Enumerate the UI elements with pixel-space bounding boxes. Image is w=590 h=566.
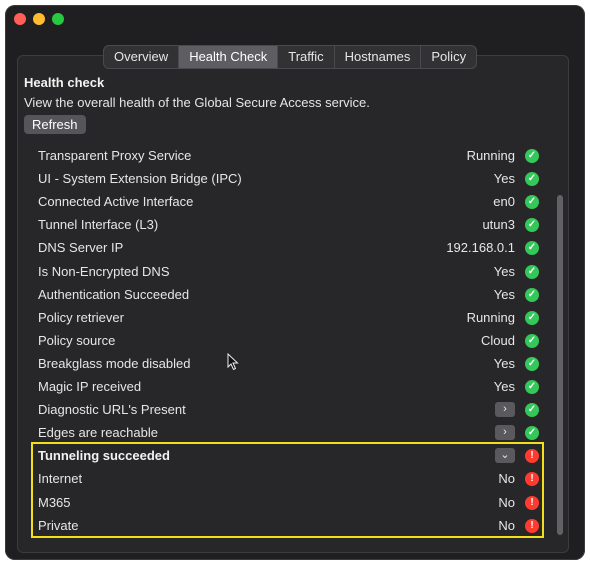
health-check-row: Policy source Cloud ✓ [29, 330, 539, 353]
row-value: Running [466, 309, 515, 325]
row-label: Transparent Proxy Service [38, 148, 192, 163]
health-check-row: Tunnel Interface (L3) utun3 ✓ [29, 214, 539, 237]
row-label: Is Non-Encrypted DNS [38, 263, 170, 279]
row-label: Authentication Succeeded [38, 286, 190, 302]
tab-health-check[interactable]: Health Check [179, 46, 279, 68]
section-description: View the overall health of the Global Se… [24, 95, 370, 110]
row-value: Cloud [481, 332, 515, 348]
close-window-button[interactable] [14, 13, 26, 25]
row-label: Breakglass mode disabled [38, 355, 191, 371]
section-title: Health check [24, 75, 105, 90]
row-label: DNS Server IP [38, 240, 124, 256]
row-value: Running [466, 148, 515, 163]
row-value: en0 [493, 194, 515, 210]
health-check-row: Breakglass mode disabled Yes ✓ [29, 353, 539, 376]
health-check-row: Authentication Succeeded Yes ✓ [29, 284, 539, 307]
zoom-window-button[interactable] [52, 13, 64, 25]
checkmark-circle-icon: ✓ [525, 218, 539, 233]
checkmark-circle-icon: ✓ [525, 426, 539, 441]
checkmark-circle-icon: ✓ [525, 195, 539, 210]
checkmark-circle-icon: ✓ [525, 403, 539, 418]
row-label: Magic IP received [38, 379, 142, 394]
row-label: Policy source [38, 332, 116, 348]
checkmark-circle-icon: ✓ [525, 356, 539, 371]
row-label: Edges are reachable [38, 425, 158, 441]
checkmark-circle-icon: ✓ [525, 310, 539, 325]
checkmark-circle-icon: ✓ [525, 149, 539, 163]
row-value: Yes [493, 379, 515, 394]
row-value: Yes [493, 286, 515, 302]
row-value: Yes [493, 355, 515, 371]
health-check-row[interactable]: Diagnostic URL's Present › ✓ [29, 399, 539, 422]
row-label: UI - System Extension Bridge (IPC) [38, 171, 242, 187]
health-check-row: Magic IP received Yes ✓ [29, 376, 539, 399]
row-label: Connected Active Interface [38, 194, 194, 210]
checkmark-circle-icon: ✓ [525, 241, 539, 256]
health-check-row: UI - System Extension Bridge (IPC) Yes ✓ [29, 168, 539, 191]
tab-overview[interactable]: Overview [104, 46, 180, 68]
health-check-row: Policy retriever Running ✓ [29, 307, 539, 330]
chevron-right-icon[interactable]: › [495, 402, 515, 418]
chevron-right-icon[interactable]: › [495, 425, 515, 441]
checkmark-circle-icon: ✓ [525, 287, 539, 302]
row-value: Yes [493, 171, 515, 187]
checkmark-circle-icon: ✓ [525, 264, 539, 279]
title-bar [5, 5, 585, 33]
row-label: Tunnel Interface (L3) [38, 217, 159, 233]
tab-traffic[interactable]: Traffic [278, 46, 335, 68]
highlight-box [31, 442, 544, 538]
tab-hostnames[interactable]: Hostnames [335, 46, 422, 68]
tab-bar: Overview Health Check Traffic Hostnames … [103, 45, 478, 69]
row-label: Diagnostic URL's Present [38, 402, 186, 418]
refresh-button[interactable]: Refresh [24, 115, 86, 134]
row-value: utun3 [482, 217, 515, 233]
health-check-row: DNS Server IP 192.168.0.1 ✓ [29, 237, 539, 260]
minimize-window-button[interactable] [33, 13, 45, 25]
health-check-row: Connected Active Interface en0 ✓ [29, 191, 539, 214]
row-value: Yes [493, 263, 515, 279]
health-check-row: Transparent Proxy Service Running ✓ [29, 145, 539, 168]
row-value: 192.168.0.1 [446, 240, 515, 256]
checkmark-circle-icon: ✓ [525, 380, 539, 394]
tab-policy[interactable]: Policy [421, 46, 476, 68]
mouse-pointer-icon [227, 353, 239, 371]
scrollbar-thumb[interactable] [557, 195, 563, 535]
health-check-row: Is Non-Encrypted DNS Yes ✓ [29, 261, 539, 284]
app-window: Overview Health Check Traffic Hostnames … [5, 5, 585, 560]
scrollbar[interactable] [557, 145, 563, 540]
row-label: Policy retriever [38, 309, 124, 325]
checkmark-circle-icon: ✓ [525, 333, 539, 348]
checkmark-circle-icon: ✓ [525, 172, 539, 187]
